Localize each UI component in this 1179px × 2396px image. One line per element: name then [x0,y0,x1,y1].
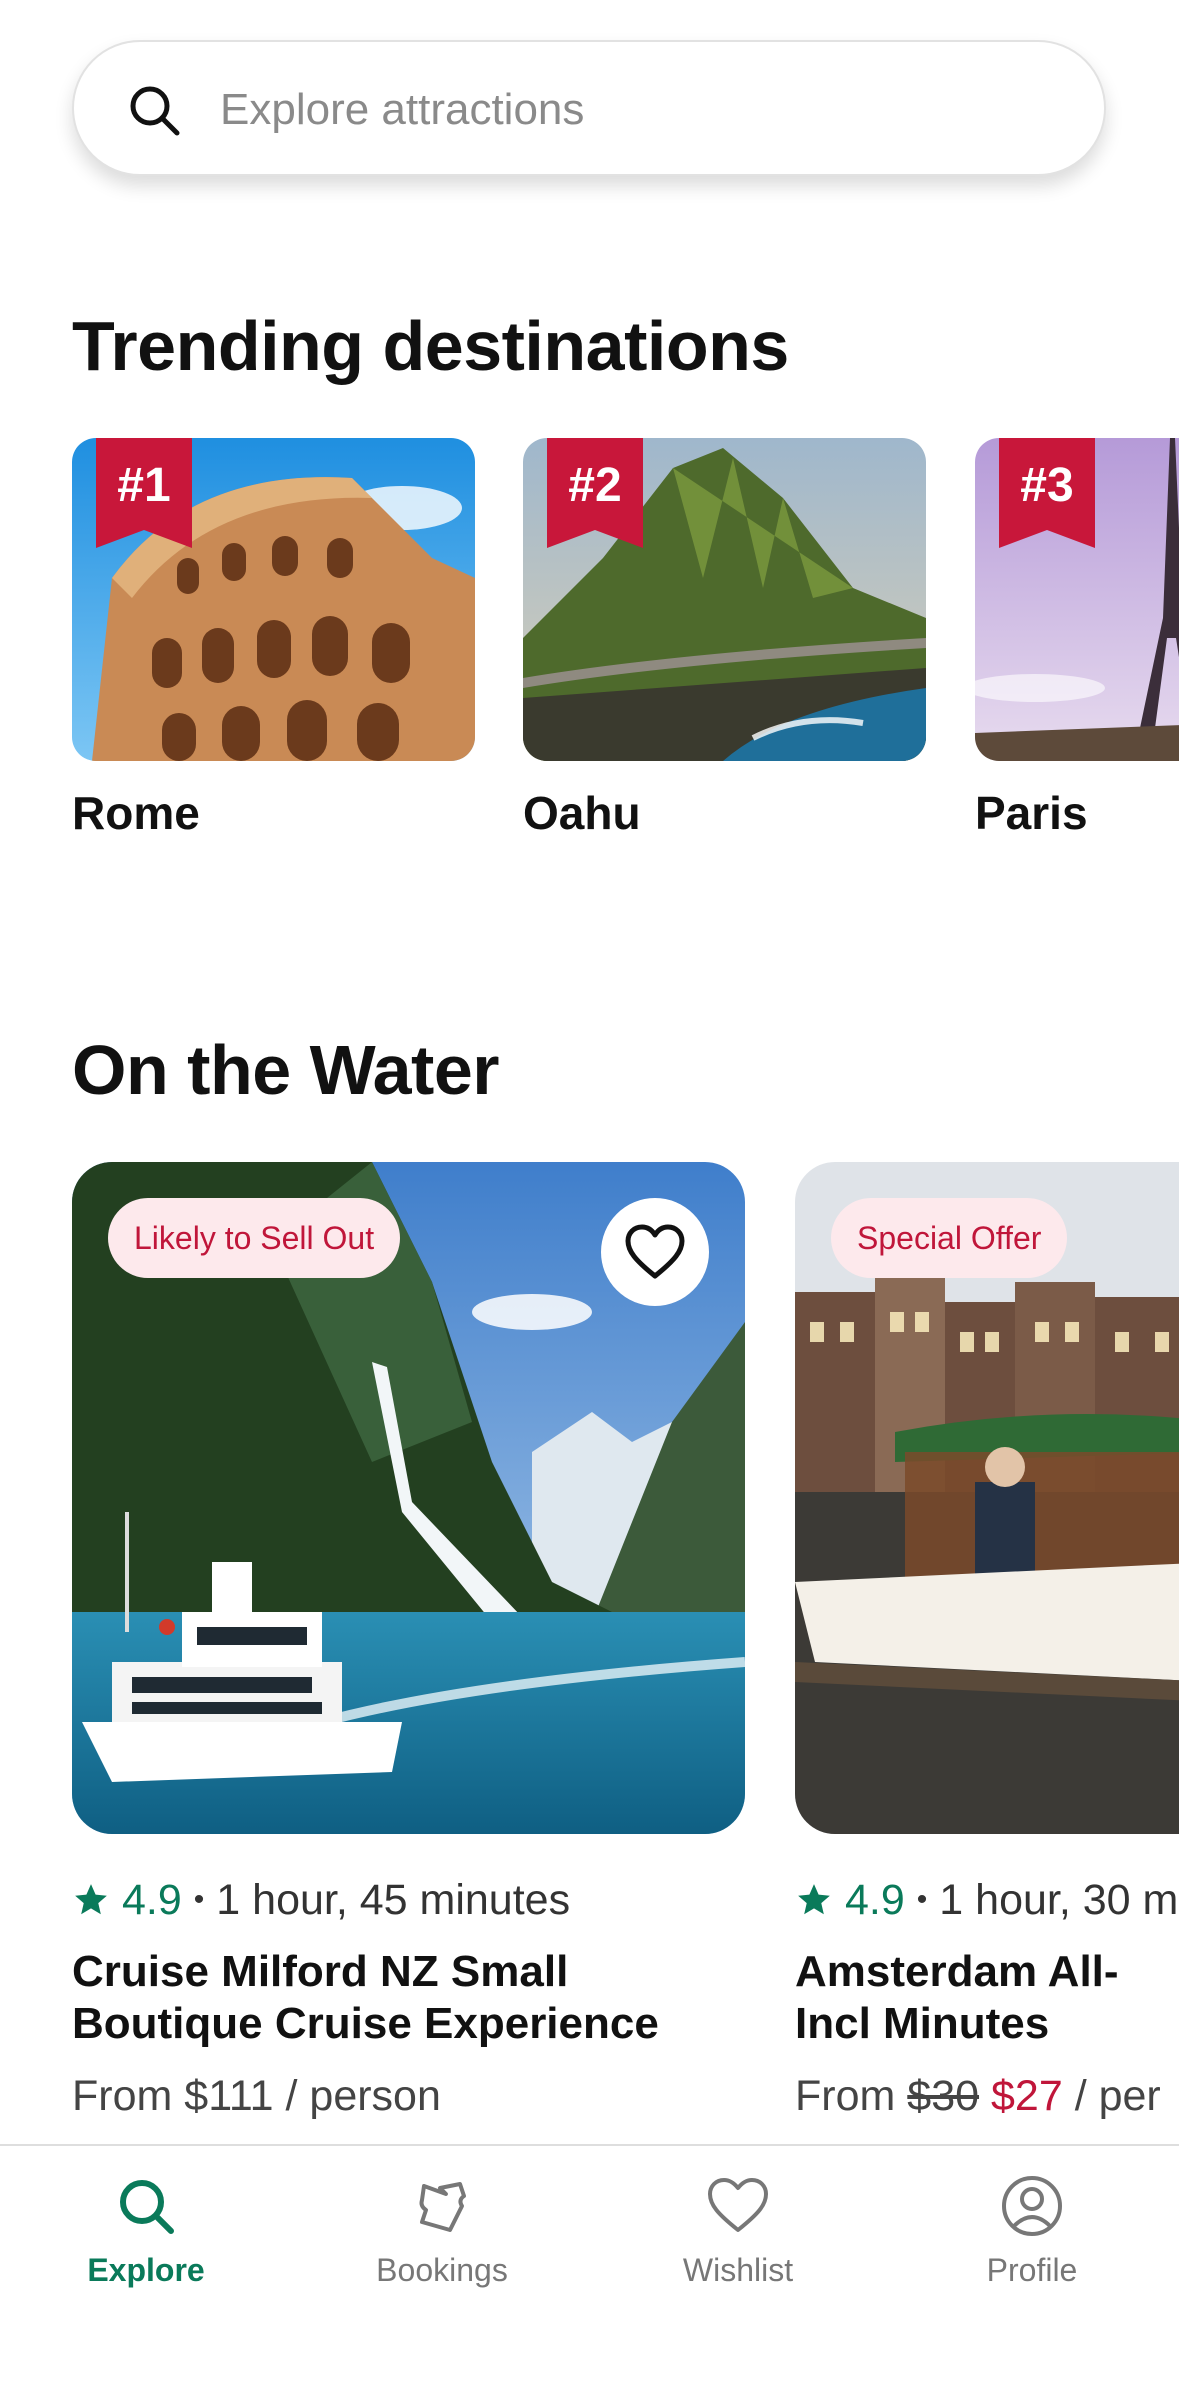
nav-label: Bookings [376,2252,508,2288]
star-icon [798,1884,830,1915]
destination-card-oahu[interactable]: #2 [523,438,926,761]
rank-badge: #2 [547,438,643,548]
duration: 1 hour, 45 minutes [216,1875,571,1924]
nav-label: Profile [986,2252,1078,2288]
bottom-nav: Explore Bookings Wishlist Profile [0,2144,1179,2396]
nav-explore[interactable]: Explore [36,2174,256,2314]
tour-title[interactable]: Amsterdam All-Incl Minutes Heated Cr [795,1946,1179,2050]
rating-value: 4.9 [122,1875,182,1924]
tour-card-image[interactable]: Likely to Sell Out [72,1162,745,1834]
separator-dot: • [916,1883,928,1916]
rank-badge: #1 [96,438,192,548]
nav-label: Explore [87,2252,205,2288]
on-the-water-title: On the Water [72,1031,500,1109]
explore-screen: Trending destinations [0,0,1179,2396]
search-input[interactable] [218,74,1042,146]
tour-price: From $30 $27 / per [795,2072,1161,2121]
destination-name[interactable]: Paris [975,786,1088,840]
tour-card-image[interactable]: Special Offer [795,1162,1179,1834]
search-icon [120,2180,174,2234]
nav-bookings[interactable]: Bookings [332,2174,552,2314]
rank-label: #2 [568,459,622,512]
profile-icon [1002,2176,1062,2236]
rank-badge: #3 [999,438,1095,548]
rank-label: #3 [1020,459,1074,512]
price-original: $30 [907,2072,980,2120]
nav-wishlist[interactable]: Wishlist [628,2174,848,2314]
star-icon [75,1884,107,1915]
trending-title: Trending destinations [72,307,789,385]
tour-meta: 4.9 • 1 hour, 45 minutes [72,1872,570,1928]
destination-name[interactable]: Oahu [523,786,641,840]
rating-value: 4.9 [845,1875,905,1924]
price-prefix: From [795,2072,896,2120]
rank-label: #1 [117,459,171,512]
price-sale: $27 [990,2072,1063,2120]
special-offer-badge: Special Offer [831,1198,1068,1278]
search-icon [130,86,180,136]
tour-meta: 4.9 • 1 hour, 30 m [795,1872,1178,1928]
destination-card-paris[interactable]: #3 [975,438,1179,761]
duration: 1 hour, 30 m [939,1875,1179,1924]
price-suffix: / per [1074,2072,1161,2120]
price-value: $111 [184,2072,274,2120]
tour-price: From $111 / person [72,2072,441,2121]
price-suffix: / person [285,2072,441,2120]
destination-card-rome[interactable]: #1 [72,438,475,761]
heart-icon [625,1224,685,1279]
heart-icon [708,2178,768,2232]
nav-label: Wishlist [682,2252,794,2288]
price-prefix: From [72,2072,173,2120]
wishlist-button[interactable] [601,1198,709,1306]
destination-name[interactable]: Rome [72,786,200,840]
separator-dot: • [193,1883,205,1916]
likely-to-sell-out-badge: Likely to Sell Out [108,1198,401,1278]
ticket-icon [419,2182,466,2232]
nav-profile[interactable]: Profile [922,2174,1142,2314]
tour-title[interactable]: Cruise Milford NZ Small Boutique Cruise … [72,1946,752,2050]
search-bar[interactable] [72,40,1106,176]
